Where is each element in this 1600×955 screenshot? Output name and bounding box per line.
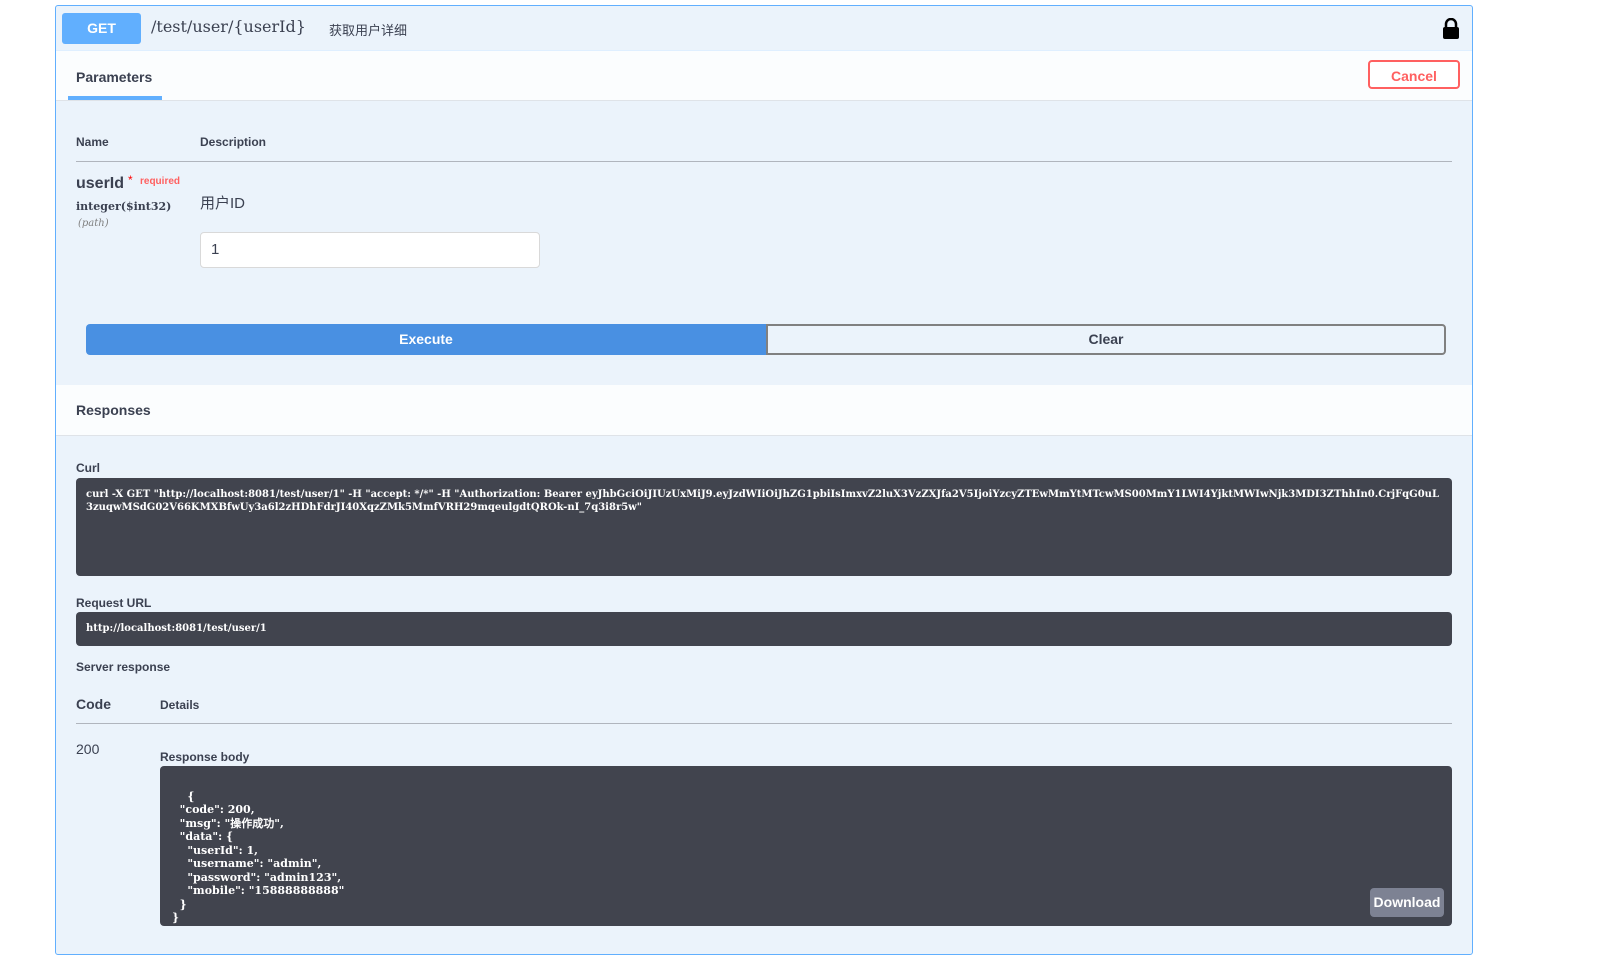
method-badge: GET [62, 13, 141, 44]
response-body-text: { "code": 200, "msg": "操作成功", "data": { … [172, 789, 345, 925]
parameter-type: integer($int32) [76, 200, 172, 213]
request-url-label: Request URL [76, 596, 152, 610]
response-body-label: Response body [160, 750, 250, 764]
curl-box[interactable]: curl -X GET "http://localhost:8081/test/… [76, 478, 1452, 576]
clear-button[interactable]: Clear [766, 324, 1446, 355]
operation-summary[interactable]: GET /test/user/{userId} 获取用户详细 [56, 6, 1472, 51]
response-code: 200 [76, 741, 100, 757]
tab-parameters[interactable]: Parameters [76, 69, 152, 85]
cancel-button[interactable]: Cancel [1368, 60, 1460, 89]
execute-button[interactable]: Execute [86, 324, 766, 355]
responses-header: Responses [56, 385, 1472, 436]
required-label: required [140, 176, 181, 187]
operation-block: GET /test/user/{userId} 获取用户详细 Parameter… [55, 5, 1473, 955]
operation-path: /test/user/{userId} [151, 17, 306, 36]
operation-summary-text: 获取用户详细 [329, 23, 408, 38]
tab-active-indicator [68, 96, 162, 100]
lock-icon[interactable] [1442, 18, 1460, 40]
parameter-description: 用户ID [200, 195, 246, 212]
userid-input[interactable]: 1 [200, 232, 540, 268]
description-column-header: Description [200, 135, 267, 149]
details-column-header: Details [160, 698, 200, 712]
table-divider [76, 161, 1452, 162]
code-column-header: Code [76, 696, 111, 712]
responses-title: Responses [76, 402, 151, 418]
response-body[interactable]: { "code": 200, "msg": "操作成功", "data": { … [160, 766, 1452, 926]
parameter-location: (path) [78, 218, 109, 229]
parameters-header: Parameters Cancel [56, 50, 1472, 101]
request-url-box[interactable]: http://localhost:8081/test/user/1 [76, 612, 1452, 646]
download-button[interactable]: Download [1370, 888, 1444, 917]
curl-label: Curl [76, 461, 100, 475]
server-response-label: Server response [76, 660, 171, 674]
name-column-header: Name [76, 135, 109, 149]
parameter-name: userId [76, 175, 125, 192]
response-table-divider [76, 723, 1452, 724]
required-star: * [128, 173, 133, 187]
